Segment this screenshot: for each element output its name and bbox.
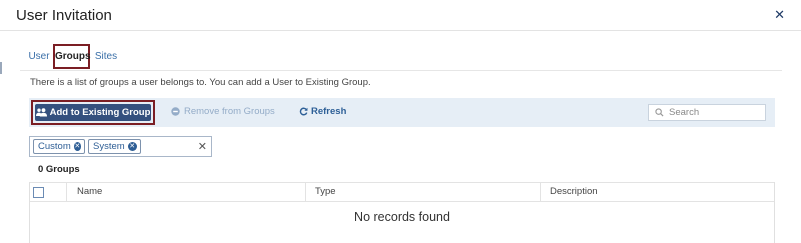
refresh-button[interactable]: Refresh — [299, 106, 346, 117]
modal-header: User Invitation ✕ — [0, 0, 801, 31]
column-header-description[interactable]: Description — [540, 183, 774, 201]
tab-groups[interactable]: Groups — [53, 44, 91, 69]
column-header-type[interactable]: Type — [305, 183, 540, 201]
empty-message: No records found — [354, 210, 450, 224]
group-type-filter[interactable]: Custom ✕ System ✕ ✕ — [29, 136, 212, 157]
close-icon[interactable]: ✕ — [774, 8, 785, 22]
toolbar: Add to Existing Group Remove from Groups… — [29, 98, 775, 127]
tab-sites[interactable]: Sites — [94, 44, 118, 69]
table-header: Name Type Description — [30, 182, 774, 202]
group-count: 0 Groups — [38, 164, 80, 175]
add-button-body: Add to Existing Group — [35, 104, 151, 121]
search-box — [648, 104, 766, 121]
refresh-icon — [299, 107, 308, 116]
filter-chip-custom: Custom ✕ — [33, 139, 85, 154]
chip-label: System — [93, 141, 125, 152]
add-button-label: Add to Existing Group — [49, 107, 151, 118]
select-all-cell — [30, 183, 66, 201]
refresh-button-label: Refresh — [311, 106, 347, 117]
minus-circle-icon — [171, 107, 180, 116]
column-header-name[interactable]: Name — [66, 183, 305, 201]
search-input[interactable] — [669, 107, 759, 118]
tab-divider — [20, 70, 782, 71]
add-to-existing-group-button[interactable]: Add to Existing Group — [31, 100, 155, 125]
clear-filter-icon[interactable]: ✕ — [198, 140, 207, 154]
remove-from-groups-button[interactable]: Remove from Groups — [171, 106, 275, 117]
remove-chip-icon[interactable]: ✕ — [127, 142, 137, 151]
tab-user[interactable]: User — [28, 44, 50, 69]
help-text: There is a list of groups a user belongs… — [30, 77, 371, 88]
filter-chip-system: System ✕ — [88, 139, 141, 154]
groups-table: Name Type Description No records found — [29, 182, 775, 243]
left-edge-marker — [0, 62, 2, 74]
remove-chip-icon[interactable]: ✕ — [73, 142, 81, 151]
users-icon — [35, 108, 47, 117]
chip-label: Custom — [38, 141, 71, 152]
remove-button-label: Remove from Groups — [184, 106, 275, 117]
search-icon — [655, 108, 664, 117]
select-all-checkbox[interactable] — [33, 187, 44, 198]
modal-title: User Invitation — [16, 7, 112, 24]
